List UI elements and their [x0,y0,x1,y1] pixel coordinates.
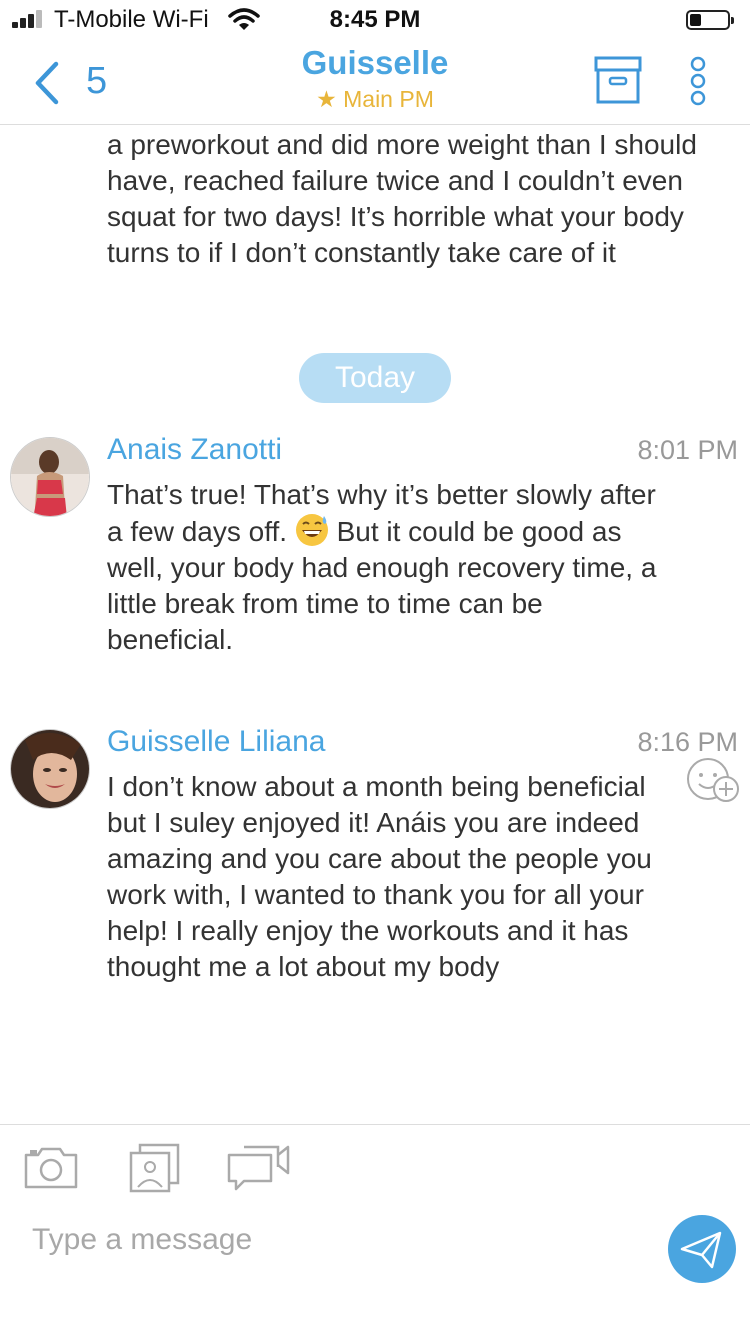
message-time: 8:16 PM [637,727,738,757]
message-text: That’s true! That’s why it’s better slow… [107,477,667,658]
send-button[interactable] [668,1215,736,1283]
message-sender[interactable]: Anais Zanotti [107,433,282,467]
video-chat-icon[interactable] [226,1143,292,1193]
message-sender[interactable]: Guisselle Liliana [107,725,325,759]
gallery-icon[interactable] [128,1143,182,1193]
message-time: 8:01 PM [637,435,738,465]
message-text: I don’t know about a month being benefic… [107,771,652,982]
date-separator: Today [299,353,451,403]
camera-icon[interactable] [22,1143,80,1191]
status-time: 8:45 PM [329,6,421,33]
message-input[interactable]: Type a message [32,1223,252,1257]
add-reaction-icon[interactable] [684,757,742,805]
avatar[interactable] [10,729,90,809]
send-icon [680,1231,722,1269]
message-list[interactable]: a preworkout and did more weight than I … [0,125,750,1123]
grinning-sweat-emoji-icon [295,514,328,546]
more-vertical-icon[interactable] [686,56,710,110]
avatar[interactable] [10,437,90,517]
battery-icon [686,10,734,30]
status-bar: T-Mobile Wi-Fi 8:45 PM [0,0,750,40]
conversation-header: 5 Guisselle ★ Main PM [0,40,750,125]
archive-icon[interactable] [594,56,642,106]
message-composer: Type a message [0,1124,750,1335]
previous-message-text: a preworkout and did more weight than I … [107,129,697,268]
